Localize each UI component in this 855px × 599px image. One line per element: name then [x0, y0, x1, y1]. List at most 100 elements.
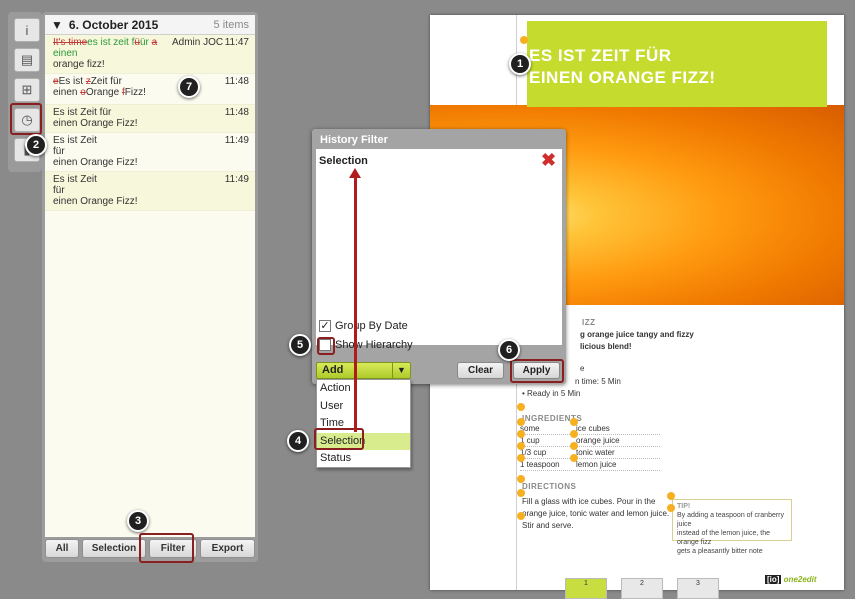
directions-text: orange juice, tonic water and lemon juic… [522, 509, 670, 518]
history-entry[interactable]: Es ist Zeit für einen Orange Fizz! 11:48 [45, 105, 255, 133]
selection-button[interactable]: Selection [82, 539, 146, 558]
logo-box: [io] [765, 575, 782, 584]
tip-text: By adding a teaspoon of cranberry juice [677, 512, 785, 528]
entry-text: orange fizz! [53, 59, 105, 70]
collapse-triangle-icon[interactable]: ▼ [51, 18, 63, 32]
deleted-text: a [151, 37, 158, 48]
prep-info: n time: 5 Min [575, 377, 621, 386]
history-icon-highlight [10, 103, 42, 135]
logo-text: one2edit [783, 575, 817, 584]
frame-marker-icon[interactable] [570, 454, 578, 462]
frame-marker-icon[interactable] [520, 36, 528, 44]
layout-icon[interactable]: ⊞ [14, 78, 40, 102]
clear-button[interactable]: Clear [457, 362, 504, 379]
history-panel: ▼ 6. October 2015 5 items It's timees is… [42, 12, 258, 562]
frame-marker-icon[interactable] [517, 489, 525, 497]
history-date-label: 6. October 2015 [68, 17, 159, 32]
callout-badge: 5 [289, 334, 311, 356]
tip-text: instead of the lemon juice, the orange f… [677, 530, 771, 546]
entry-time: 11:49 [224, 174, 249, 185]
group-by-date-checkbox[interactable]: ✓ [319, 320, 331, 332]
recipe-intro: licious blend! [580, 342, 632, 351]
add-criteria-dropdown: Action User Time Selection Status [316, 379, 411, 468]
ingredient-row: 1/3 cup tonic water [520, 448, 660, 459]
pages-icon[interactable]: ▤ [14, 48, 40, 72]
callout-badge: 2 [25, 134, 47, 156]
entry-time: 11:48 [224, 76, 249, 87]
add-label: Add [322, 364, 344, 376]
history-date-group[interactable]: ▼ 6. October 2015 5 items [45, 15, 255, 35]
frame-marker-icon[interactable] [517, 512, 525, 520]
history-entry[interactable]: Es ist Zeit für einen Orange Fizz! 11:49 [45, 172, 255, 211]
entry-text: Es ist [58, 76, 86, 87]
frame-marker-icon[interactable] [667, 504, 675, 512]
title-line: EINEN ORANGE FIZZ! [529, 68, 716, 87]
ingredient-row: 1 teaspoon lemon juice [520, 460, 660, 471]
entry-text: Es ist Zeit [53, 135, 97, 146]
prep-info: e [580, 364, 585, 373]
red-arrow-shaft [354, 172, 357, 432]
entry-time: 11:48 [224, 107, 249, 118]
tip-box[interactable]: TIP! By adding a teaspoon of cranberry j… [672, 499, 792, 555]
history-list: It's timees ist zeit füür a einen orange… [45, 35, 255, 537]
entry-time: 11:47 [224, 37, 249, 48]
deleted-text: It's time [53, 37, 88, 48]
filter-criteria-area[interactable]: Selection ✖ ✓ Group By Date Show Hierarc… [316, 149, 562, 351]
frame-marker-icon[interactable] [667, 492, 675, 500]
frame-marker-icon[interactable] [517, 475, 525, 483]
criteria-selection-label: Selection [319, 155, 368, 167]
red-arrow-head-icon [349, 168, 361, 178]
add-criteria-select[interactable]: Add ▼ [316, 362, 411, 379]
entry-text: Zeit für [90, 76, 122, 87]
callout-badge: 7 [178, 76, 200, 98]
entry-time: 11:49 [224, 135, 249, 146]
callout-badge: 6 [498, 339, 520, 361]
history-entry[interactable]: It's timees ist zeit füür a einen orange… [45, 35, 255, 74]
frame-marker-icon[interactable] [570, 418, 578, 426]
recipe-heading: IZZ [582, 318, 596, 327]
export-button[interactable]: Export [200, 539, 255, 558]
remove-criteria-icon[interactable]: ✖ [541, 151, 556, 169]
history-entry[interactable]: eEs ist zZeit für einen oOrange fFizz! 1… [45, 74, 255, 105]
frame-marker-icon[interactable] [570, 430, 578, 438]
chevron-down-icon[interactable]: ▼ [392, 363, 410, 378]
frame-marker-icon[interactable] [517, 403, 525, 411]
inserted-text: ür [139, 37, 152, 48]
frame-marker-icon[interactable] [570, 442, 578, 450]
show-hierarchy-highlight [317, 337, 335, 355]
frame-marker-icon[interactable] [517, 418, 525, 426]
tip-text: gets a pleasantly bitter note [677, 548, 763, 555]
dropdown-option-user[interactable]: User [317, 398, 410, 416]
document-title-frame[interactable]: ES IST ZEIT FÜR EINEN ORANGE FIZZ! [527, 21, 827, 107]
frame-marker-icon[interactable] [517, 454, 525, 462]
frame-marker-icon[interactable] [517, 442, 525, 450]
entry-text: Es ist Zeit [53, 174, 97, 185]
page-thumbnail[interactable]: 1 [565, 578, 607, 599]
entry-text: einen Orange Fizz! [53, 118, 138, 129]
entry-text: Es ist Zeit für [53, 107, 112, 118]
entry-user: Admin JOC [172, 37, 224, 48]
inserted-text: einen [53, 48, 78, 59]
all-button[interactable]: All [45, 539, 79, 558]
ingredient-row: some ice cubes [520, 424, 660, 435]
dropdown-option-status[interactable]: Status [317, 450, 410, 468]
filter-button-highlight [139, 533, 194, 563]
page-thumbnail[interactable]: 2 [621, 578, 663, 599]
group-by-date-row[interactable]: ✓ Group By Date [319, 320, 408, 332]
page-thumbnail[interactable]: 3 [677, 578, 719, 599]
page-thumbnails: 1 2 3 [565, 578, 719, 599]
brand-logo: [io] one2edit [765, 575, 817, 584]
dropdown-option-action[interactable]: Action [317, 380, 410, 398]
callout-badge: 3 [127, 510, 149, 532]
inserted-text: es ist zeit f [87, 37, 135, 48]
info-icon[interactable]: i [14, 18, 40, 42]
entry-text: für [53, 146, 65, 157]
directions-text: Fill a glass with ice cubes. Pour in the [522, 497, 656, 506]
frame-marker-icon[interactable] [517, 430, 525, 438]
callout-badge: 4 [287, 430, 309, 452]
history-entry[interactable]: Es ist Zeit für einen Orange Fizz! 11:49 [45, 133, 255, 172]
entry-text: für [53, 185, 65, 196]
history-item-count: 5 items [213, 18, 249, 31]
entry-text: Fizz! [124, 87, 146, 98]
directions-text: Stir and serve. [522, 521, 574, 530]
